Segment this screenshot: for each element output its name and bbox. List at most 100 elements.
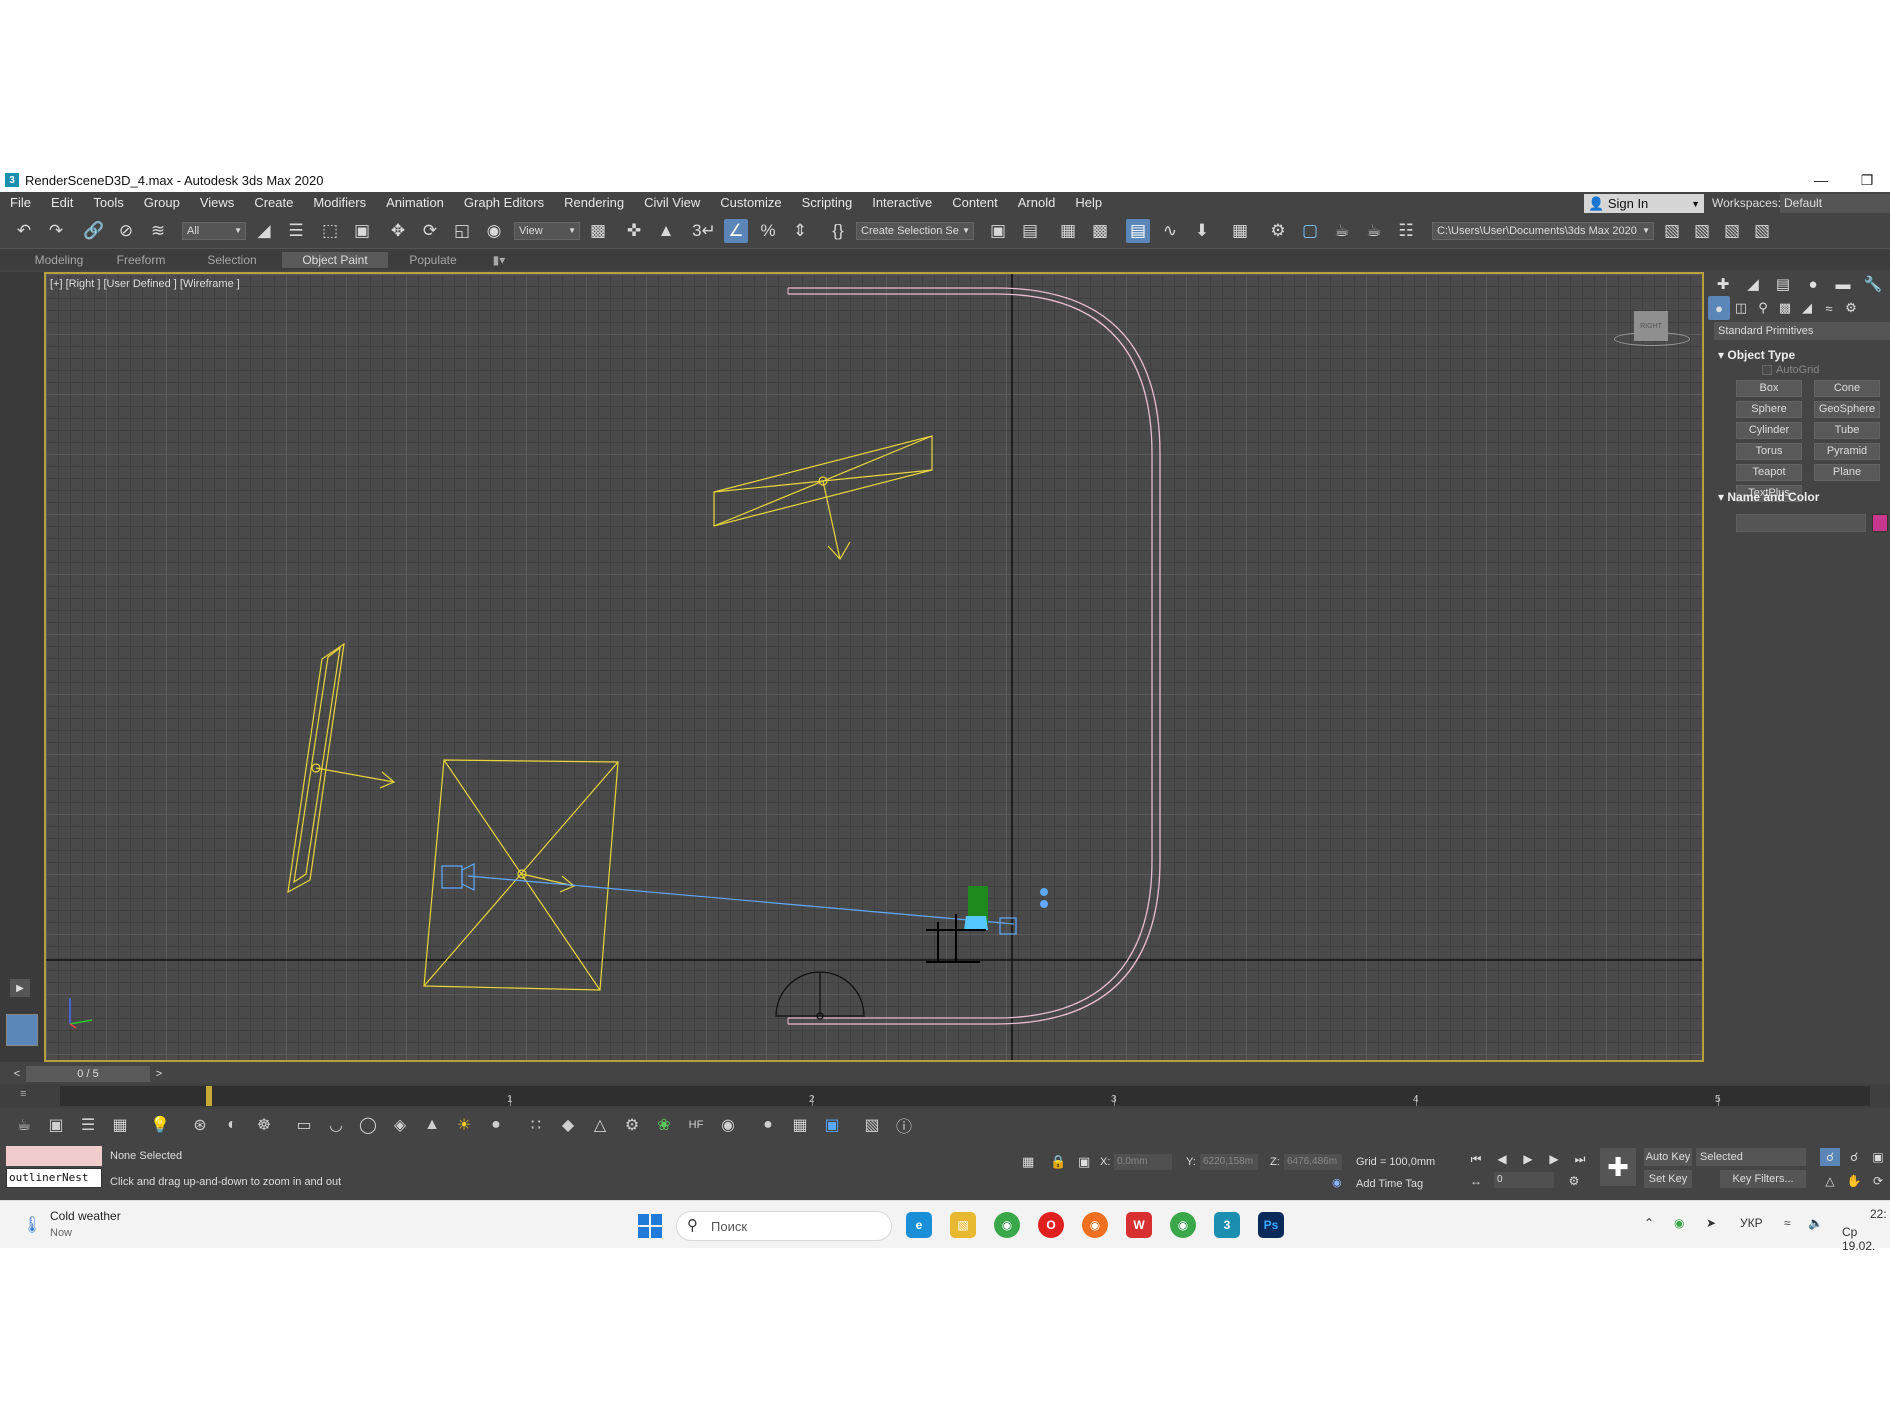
y-coordinate[interactable]: 6220,158m	[1200, 1154, 1258, 1170]
primitive-button-cone[interactable]: Cone	[1814, 380, 1880, 397]
mirror-icon[interactable]: ▣	[986, 219, 1010, 243]
scene-explorer-icon[interactable]: ▦	[1056, 219, 1080, 243]
chrome-profile-icon[interactable]: ◉	[1170, 1212, 1196, 1238]
menu-help[interactable]: Help	[1065, 192, 1112, 214]
physx-icon[interactable]: ◆	[556, 1113, 580, 1137]
sign-in-dropdown[interactable]: 👤 Sign In ▼	[1584, 194, 1704, 213]
opera-icon[interactable]: O	[1038, 1212, 1064, 1238]
object-color-swatch[interactable]	[1872, 514, 1888, 532]
menu-rendering[interactable]: Rendering	[554, 192, 634, 214]
primitive-button-geosphere[interactable]: GeoSphere	[1814, 401, 1880, 418]
firefox-icon[interactable]: ◉	[1082, 1212, 1108, 1238]
set-key-big-icon[interactable]: ✚	[1600, 1148, 1636, 1186]
help-icon[interactable]: ⓘ	[892, 1113, 916, 1137]
systems-category-icon[interactable]: ⚙	[1840, 296, 1862, 320]
teapot-icon[interactable]: ☕	[12, 1113, 36, 1137]
zoom-all-icon[interactable]: ☌	[1844, 1148, 1864, 1166]
ribbon-tab-modeling[interactable]: Modeling	[18, 252, 100, 268]
add-time-tag[interactable]: Add Time Tag	[1356, 1178, 1423, 1190]
menu-customize[interactable]: Customize	[710, 192, 791, 214]
primitive-button-plane[interactable]: Plane	[1814, 464, 1880, 481]
rect-selection-icon[interactable]: ⬚	[318, 219, 342, 243]
basket-icon[interactable]: ◈	[388, 1113, 412, 1137]
schematic-view-icon[interactable]: ⬇	[1190, 219, 1214, 243]
next-frame-arrow[interactable]: >	[152, 1066, 166, 1082]
track-bar-area[interactable]: 1 2 3 4 5	[60, 1086, 1870, 1106]
minimize-icon[interactable]: —	[1798, 168, 1844, 192]
keyboard-shortcut-override-icon[interactable]: ▲	[654, 219, 678, 243]
set-key-button[interactable]: Set Key	[1644, 1170, 1692, 1188]
gear-icon[interactable]: ⚙	[620, 1113, 644, 1137]
hair-icon[interactable]: HF	[684, 1113, 708, 1137]
menu-content[interactable]: Content	[942, 192, 1008, 214]
foliage-icon[interactable]: ❀	[652, 1113, 676, 1137]
place-icon[interactable]: ◉	[482, 219, 506, 243]
pivot-center-icon[interactable]: ▩	[586, 219, 610, 243]
display-tab-icon[interactable]: ▬	[1828, 272, 1858, 296]
render-frame-icon[interactable]: ▣	[44, 1113, 68, 1137]
render-iterative-icon[interactable]: ☕	[1362, 219, 1386, 243]
go-to-start-icon[interactable]: ⏮	[1466, 1150, 1486, 1168]
clock-date[interactable]: Ср 19.02.	[1842, 1225, 1890, 1253]
rotate-icon[interactable]: ⟳	[418, 219, 442, 243]
align-icon[interactable]: ▤	[1018, 219, 1042, 243]
weather-icon[interactable]: 🌡	[22, 1215, 42, 1235]
ribbon-tab-populate[interactable]: Populate	[392, 252, 474, 268]
plane-shape-icon[interactable]: ▭	[292, 1113, 316, 1137]
ref-coord-dropdown[interactable]: View ▼	[514, 222, 580, 240]
isolate-icon[interactable]: ▦	[1022, 1154, 1034, 1170]
angle-snap-icon[interactable]: ∠	[724, 219, 748, 243]
track-bar[interactable]: ≡ 1 2 3 4 5	[0, 1084, 1890, 1108]
viewport-right[interactable]: [+] [Right ] [User Defined ] [Wireframe …	[44, 272, 1704, 1062]
material-editor-icon[interactable]: ▦	[1228, 219, 1252, 243]
select-by-name-icon[interactable]: ☰	[284, 219, 308, 243]
z-coordinate[interactable]: 6476,486m	[1284, 1154, 1342, 1170]
prev-frame-arrow[interactable]: <	[10, 1066, 24, 1082]
ribbon-toggle-icon[interactable]: ▤	[1126, 219, 1150, 243]
zoom-icon[interactable]: ☌	[1820, 1148, 1840, 1166]
project-open-icon[interactable]: ▧	[1690, 219, 1714, 243]
clock-time[interactable]: 22:	[1870, 1207, 1887, 1221]
primitive-button-tube[interactable]: Tube	[1814, 422, 1880, 439]
scale-icon[interactable]: ◱	[450, 219, 474, 243]
viewcube[interactable]: RIGHT	[1634, 311, 1668, 341]
viewport-label[interactable]: [+] [Right ] [User Defined ] [Wireframe …	[50, 278, 240, 290]
weather-title[interactable]: Cold weather	[50, 1209, 121, 1223]
absolute-mode-icon[interactable]: ▣	[1078, 1154, 1090, 1170]
select-manipulate-icon[interactable]: ✜	[622, 219, 646, 243]
array-icon[interactable]: ⊛	[188, 1113, 212, 1137]
object-name-field[interactable]	[1736, 514, 1866, 532]
primitive-button-sphere[interactable]: Sphere	[1736, 401, 1802, 418]
primitive-button-torus[interactable]: Torus	[1736, 443, 1802, 460]
render-setup-icon[interactable]: ⚙	[1266, 219, 1290, 243]
x-coordinate[interactable]: 0,0mm	[1114, 1154, 1172, 1170]
project-browse-icon[interactable]: ▧	[1750, 219, 1774, 243]
menu-edit[interactable]: Edit	[41, 192, 83, 214]
track-bar-menu-icon[interactable]: ≡	[20, 1088, 26, 1100]
sphere-shape-icon[interactable]: ◯	[356, 1113, 380, 1137]
list-icon[interactable]: ☰	[76, 1113, 100, 1137]
wifi-icon[interactable]: ≈	[1784, 1216, 1791, 1230]
next-frame-icon[interactable]: ▶	[1544, 1150, 1564, 1168]
play-icon[interactable]: ▶	[1518, 1150, 1538, 1168]
arnold-render-icon[interactable]: ▣	[820, 1113, 844, 1137]
menu-arnold[interactable]: Arnold	[1008, 192, 1066, 214]
light-lister-icon[interactable]: 💡	[148, 1113, 172, 1137]
spinner-snap-icon[interactable]: ⇕	[788, 219, 812, 243]
shapes-category-icon[interactable]: ◫	[1730, 296, 1752, 320]
utilities-tab-icon[interactable]: 🔧	[1858, 272, 1888, 296]
taskbar-search[interactable]: ⚲ Поиск	[676, 1211, 892, 1241]
primitive-category-dropdown[interactable]: Standard Primitives	[1714, 322, 1890, 340]
orbit-icon[interactable]: ⟳	[1868, 1172, 1888, 1190]
volume-icon[interactable]: 🔈	[1808, 1216, 1823, 1230]
menu-civil-view[interactable]: Civil View	[634, 192, 710, 214]
geometry-category-icon[interactable]: ●	[1708, 296, 1730, 320]
hierarchy-tab-icon[interactable]: ▤	[1768, 272, 1798, 296]
maxscript-listener-output[interactable]	[6, 1146, 102, 1166]
primitive-button-teapot[interactable]: Teapot	[1736, 464, 1802, 481]
lock-icon[interactable]: 🔒	[1050, 1154, 1066, 1170]
wps-icon[interactable]: W	[1126, 1212, 1152, 1238]
redo-icon[interactable]: ↷	[44, 219, 68, 243]
field-of-view-icon[interactable]: △	[1820, 1172, 1840, 1190]
project-folder-icon[interactable]: ▧	[1660, 219, 1684, 243]
